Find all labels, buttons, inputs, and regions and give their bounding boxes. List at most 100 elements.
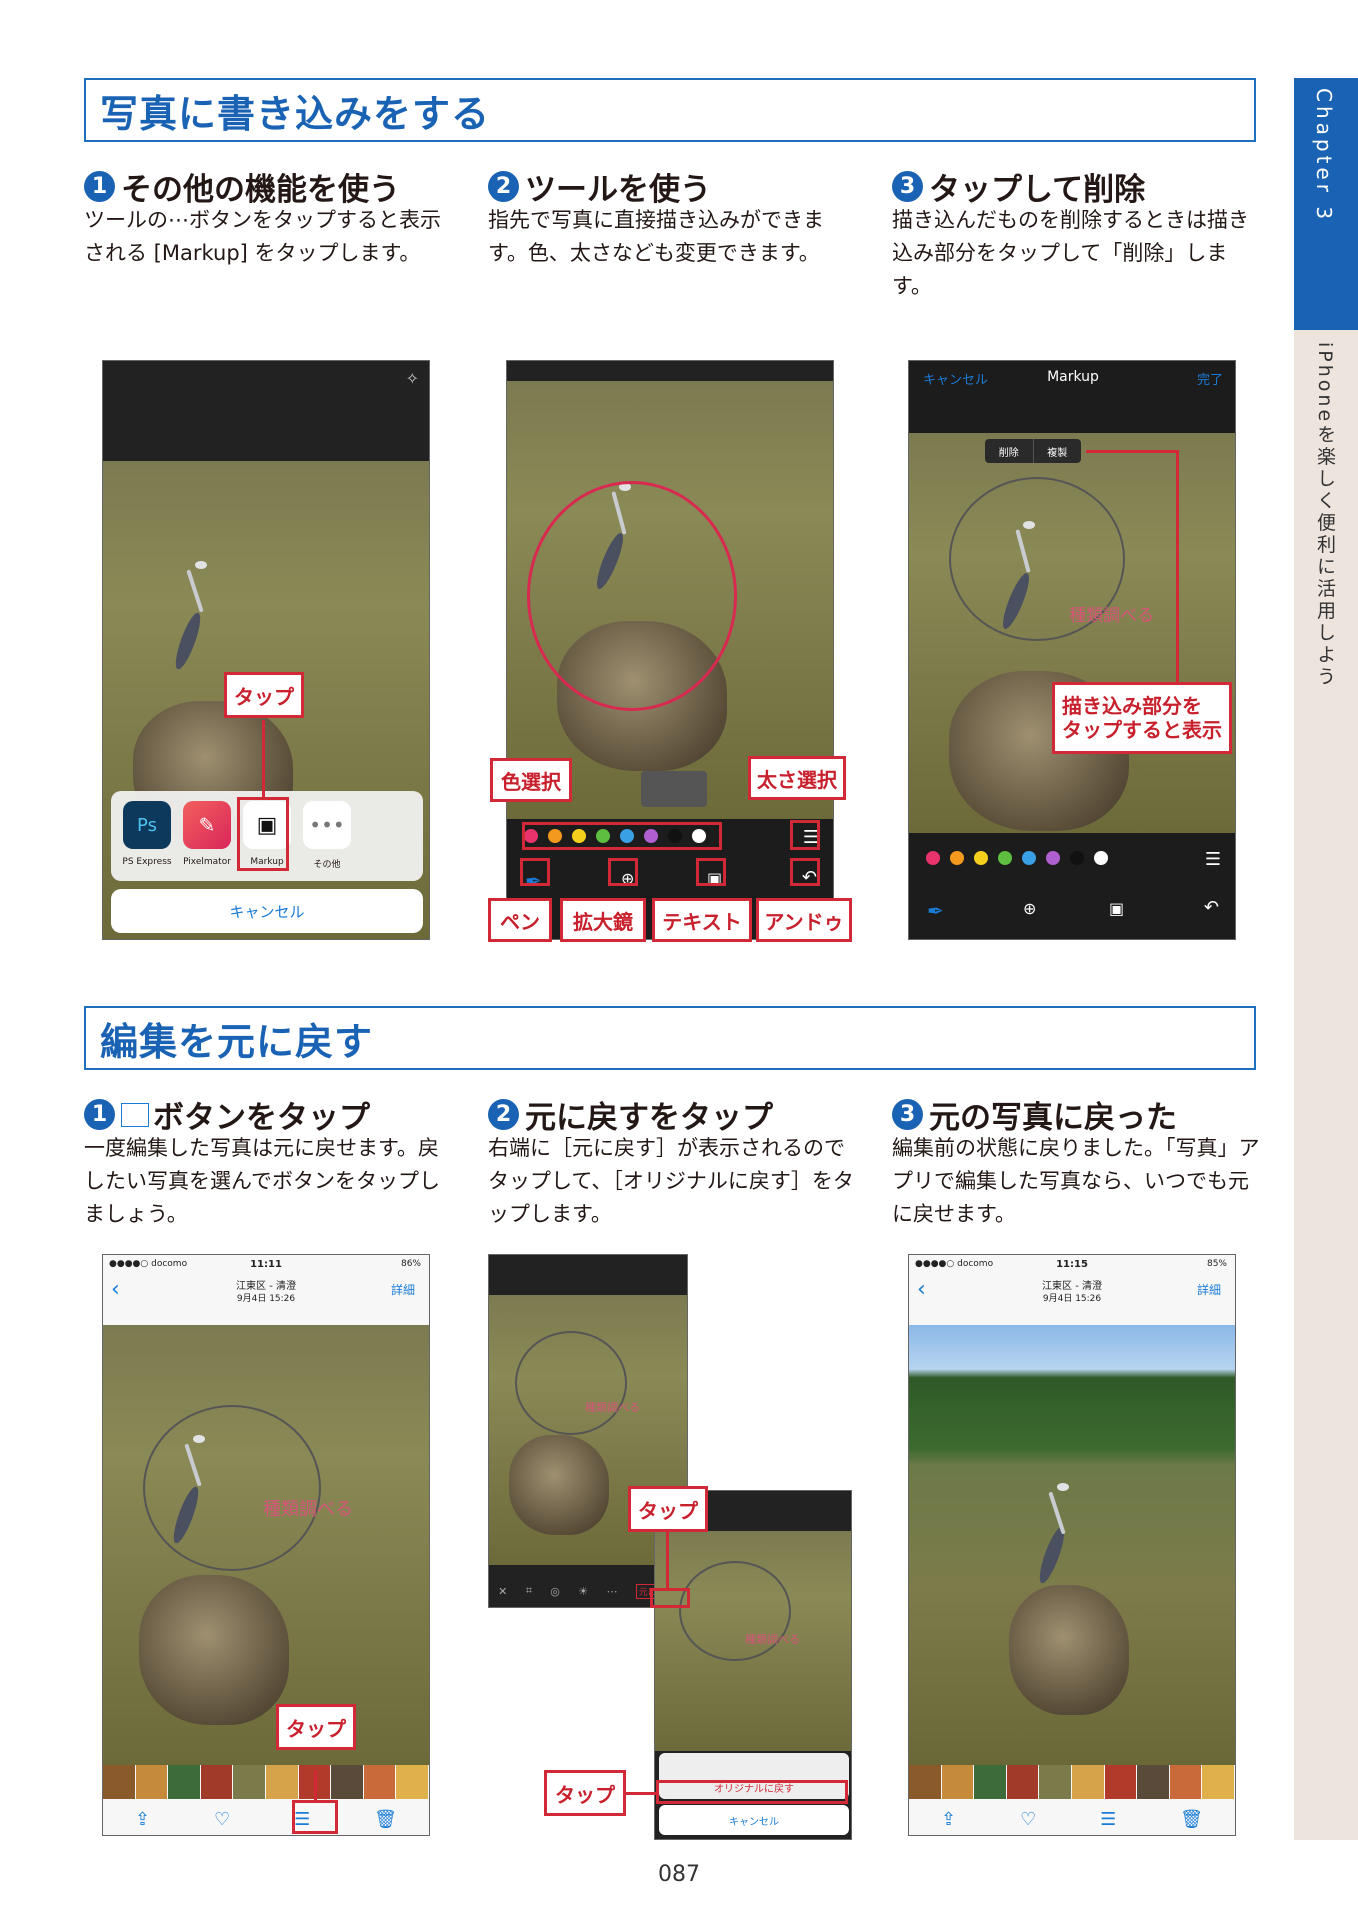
color-swatch[interactable] xyxy=(974,851,988,865)
magnifier-icon[interactable]: ⊕ xyxy=(1023,899,1036,918)
callout-line xyxy=(626,1792,656,1795)
adjust-icon xyxy=(121,1102,149,1127)
trash-icon[interactable]: 🗑 xyxy=(374,1809,397,1830)
cancel-icon[interactable]: ✕ xyxy=(498,1585,507,1598)
date: 9月4日 15:26 xyxy=(236,1294,296,1304)
step-heading-text: ボタンをタップ xyxy=(153,1100,370,1136)
color-swatch[interactable] xyxy=(926,851,940,865)
drawn-circle xyxy=(527,481,737,711)
thumbnail-strip[interactable] xyxy=(909,1765,1235,1799)
color-highlight xyxy=(522,822,722,850)
markup-navbar: キャンセル Markup 完了 xyxy=(909,361,1235,433)
battery: 86% xyxy=(400,1259,421,1269)
share-icon[interactable]: ⇪ xyxy=(135,1809,150,1830)
light-icon[interactable]: ☀ xyxy=(578,1585,588,1598)
original-highlight xyxy=(656,1780,848,1804)
callout-line xyxy=(1086,450,1178,453)
step1-heading: 1 その他の機能を使う xyxy=(84,164,400,209)
step-number: 3 xyxy=(892,1099,923,1130)
undo-highlight xyxy=(790,858,820,886)
pen-highlight xyxy=(520,858,550,886)
heron-head xyxy=(195,561,207,569)
heart-icon[interactable]: ♡ xyxy=(214,1809,230,1830)
step-number: 2 xyxy=(488,1099,519,1130)
ios-header: ●●●●○ docomo 11:11 86% ‹ 江東区 - 清澄 9月4日 1… xyxy=(103,1255,429,1325)
rock xyxy=(1009,1585,1129,1715)
step-heading-text: タップして削除 xyxy=(929,172,1146,208)
width-highlight xyxy=(790,820,820,850)
app-label: Pixelmator xyxy=(183,857,231,867)
delete-button[interactable]: 削除 xyxy=(985,439,1034,463)
delete-callout: 描き込み部分を タップすると表示 xyxy=(1052,682,1232,754)
chapter-subtitle: iPhoneを楽しく便利に活用しよう xyxy=(1314,342,1336,689)
revert-highlight xyxy=(650,1588,690,1608)
date: 9月4日 15:26 xyxy=(1042,1294,1102,1304)
cancel-button[interactable]: キャンセル xyxy=(659,1805,849,1835)
share-icon[interactable]: ⇪ xyxy=(941,1809,956,1830)
place: 江東区 - 清澄 xyxy=(236,1281,296,1292)
annotation-text: 種類調べる xyxy=(1069,606,1154,626)
annotation-text: 種類調べる xyxy=(745,1633,800,1646)
step2-heading: 2 元に戻すをタップ xyxy=(488,1092,773,1137)
trash-icon[interactable]: 🗑 xyxy=(1180,1809,1203,1830)
color-swatch[interactable] xyxy=(1094,851,1108,865)
width-preview xyxy=(641,771,707,807)
bottom-toolbar: ⇪ ♡ ☰ 🗑 xyxy=(909,1801,1235,1835)
step-heading-text: ツールを使う xyxy=(525,172,711,208)
rock xyxy=(509,1435,609,1535)
magnifier-callout: 拡大鏡 xyxy=(560,898,646,942)
crop-icon[interactable]: ⌗ xyxy=(526,1584,532,1598)
duplicate-button[interactable]: 複製 xyxy=(1034,439,1082,463)
chapter-subtitle-band: iPhoneを楽しく便利に活用しよう xyxy=(1294,330,1358,1840)
magic-wand-icon[interactable]: ✧ xyxy=(406,369,419,388)
thumbnail-strip[interactable] xyxy=(103,1765,429,1799)
callout-line xyxy=(314,1770,317,1800)
cancel-button[interactable]: キャンセル xyxy=(111,889,423,933)
undo-callout: アンドゥ xyxy=(756,898,852,942)
more-icon[interactable]: ••• xyxy=(303,801,351,849)
step-heading-text: 元に戻すをタップ xyxy=(525,1100,773,1136)
done-link[interactable]: 完了 xyxy=(1197,369,1223,388)
step-heading-text: 元の写真に戻った xyxy=(929,1100,1177,1136)
undo-icon[interactable]: ↶ xyxy=(1204,897,1219,918)
step1-heading: 1 ボタンをタップ xyxy=(84,1092,370,1137)
color-swatch[interactable] xyxy=(1022,851,1036,865)
step1-body: ツールの⋯ボタンをタップすると表示される [Markup] をタップします。 xyxy=(84,208,441,265)
chapter-label: Chapter 3 xyxy=(1312,88,1336,224)
color-swatch[interactable] xyxy=(998,851,1012,865)
battery: 85% xyxy=(1206,1259,1227,1269)
heart-icon[interactable]: ♡ xyxy=(1020,1809,1036,1830)
screenshot-delete-annotation: キャンセル Markup 完了 種類調べる 削除 複製 ☰ ✒ ⊕ ▣ ↶ xyxy=(908,360,1236,940)
text-icon[interactable]: ▣ xyxy=(1109,899,1124,918)
markup-toolbar: ☰ ✒ ⊕ ▣ ↶ xyxy=(909,833,1235,939)
ios-header: ●●●●○ docomo 11:15 85% ‹ 江東区 - 清澄 9月4日 1… xyxy=(909,1255,1235,1325)
pixelmator-icon[interactable]: ✎ xyxy=(183,801,231,849)
annotation-text: 種類調べる xyxy=(585,1401,640,1414)
adjust-icon[interactable]: ☰ xyxy=(1100,1809,1116,1830)
step-number: 3 xyxy=(892,171,923,202)
detail-link[interactable]: 詳細 xyxy=(1197,1281,1221,1298)
detail-link[interactable]: 詳細 xyxy=(391,1281,415,1298)
color-swatch[interactable] xyxy=(950,851,964,865)
filter-icon[interactable]: ◎ xyxy=(550,1585,560,1598)
width-select-callout: 太さ選択 xyxy=(748,756,846,800)
more-icon[interactable]: ⋯ xyxy=(606,1585,617,1598)
screenshot-photo-restored: ●●●●○ docomo 11:15 85% ‹ 江東区 - 清澄 9月4日 1… xyxy=(908,1254,1236,1836)
heron-head xyxy=(1057,1483,1069,1491)
ps-express-icon[interactable]: Ps xyxy=(123,801,171,849)
step2-heading: 2 ツールを使う xyxy=(488,164,711,209)
step3-body: 編集前の状態に戻りました。「写真」アプリで編集した写真なら、いつでも元に戻せます… xyxy=(892,1136,1260,1226)
color-swatch[interactable] xyxy=(1046,851,1060,865)
tap-callout-original: タップ xyxy=(544,1770,626,1816)
markup-highlight xyxy=(237,797,289,871)
step3-heading: 3 タップして削除 xyxy=(892,164,1145,209)
screenshot-share-sheet: ✧ Ps PS Express ✎ Pixelmator ▣ Markup ••… xyxy=(102,360,430,940)
color-swatch[interactable] xyxy=(1070,851,1084,865)
width-menu-icon[interactable]: ☰ xyxy=(1205,849,1221,870)
page-number: 087 xyxy=(658,1862,700,1887)
app-label: PS Express xyxy=(122,857,172,867)
pen-icon[interactable]: ✒ xyxy=(927,899,944,923)
edit-popup: 削除 複製 xyxy=(985,439,1081,463)
section-title-markup: 写真に書き込みをする xyxy=(84,78,1256,142)
text-highlight xyxy=(696,858,726,886)
